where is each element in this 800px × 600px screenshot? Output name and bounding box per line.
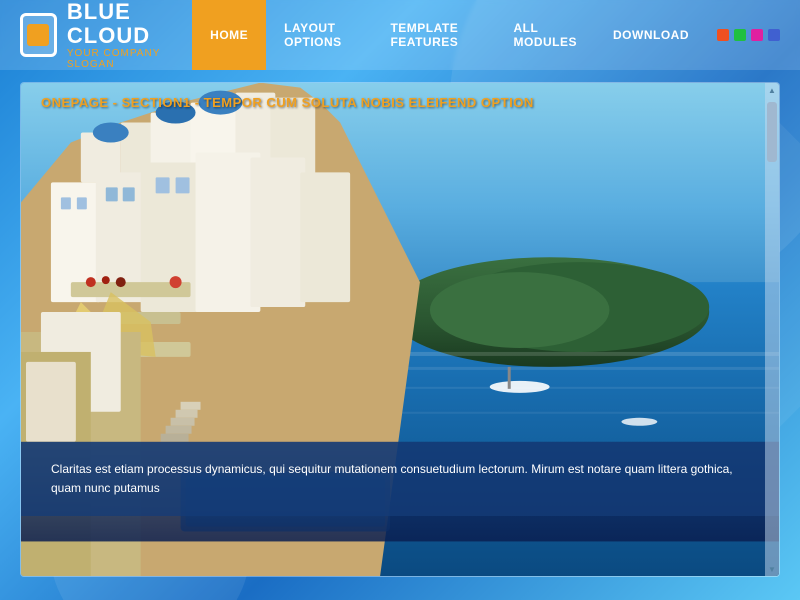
hero-text-overlay: Claritas est etiam processus dynamicus, … <box>21 442 779 516</box>
section-heading: ONEPAGE - SECTION1 - TEMPOR CUM SOLUTA N… <box>41 95 534 110</box>
color-dots <box>717 29 780 41</box>
logo-slogan: YOUR COMPANY SLOGAN <box>67 48 192 70</box>
nav-item-template-features[interactable]: TEMPLATE FEATURES <box>372 0 495 70</box>
logo-area: BLUE CLOUD YOUR COMPANY SLOGAN <box>20 0 192 70</box>
nav-item-home[interactable]: HOME <box>192 0 266 70</box>
scrollbar-up-arrow[interactable]: ▲ <box>765 83 779 97</box>
blue-dot[interactable] <box>768 29 780 41</box>
logo-title: BLUE CLOUD <box>67 0 192 48</box>
logo-text-area: BLUE CLOUD YOUR COMPANY SLOGAN <box>67 0 192 70</box>
scrollbar[interactable]: ▲ ▼ <box>765 83 779 576</box>
pink-dot[interactable] <box>751 29 763 41</box>
red-dot[interactable] <box>717 29 729 41</box>
header: BLUE CLOUD YOUR COMPANY SLOGAN HOMELAYOU… <box>0 0 800 70</box>
main-content: ONEPAGE - SECTION1 - TEMPOR CUM SOLUTA N… <box>20 82 780 577</box>
logo-icon-inner <box>27 24 49 46</box>
nav-and-dots: HOMELAYOUT OPTIONSTEMPLATE FEATURESALL M… <box>192 0 780 70</box>
nav-item-all-modules[interactable]: ALL MODULES <box>496 0 596 70</box>
scrollbar-down-arrow[interactable]: ▼ <box>765 562 779 576</box>
nav-item-download[interactable]: DOWNLOAD <box>595 0 707 70</box>
green-dot[interactable] <box>734 29 746 41</box>
logo-icon <box>20 13 57 57</box>
scrollbar-thumb[interactable] <box>767 102 777 162</box>
hero-image: Claritas est etiam processus dynamicus, … <box>21 83 779 576</box>
nav-item-layout-options[interactable]: LAYOUT OPTIONS <box>266 0 372 70</box>
main-nav: HOMELAYOUT OPTIONSTEMPLATE FEATURESALL M… <box>192 0 707 70</box>
hero-body-text: Claritas est etiam processus dynamicus, … <box>51 462 733 495</box>
